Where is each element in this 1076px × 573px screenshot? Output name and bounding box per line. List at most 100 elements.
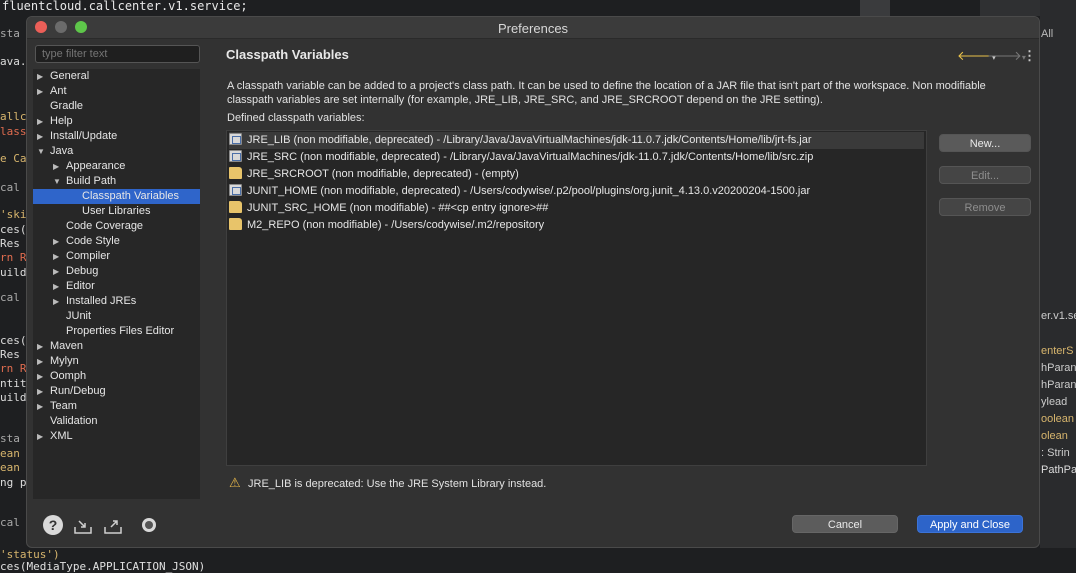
list-item[interactable]: M2_REPO (non modifiable) - /Users/codywi… bbox=[229, 217, 544, 234]
collapsed-arrow-icon[interactable]: ▶ bbox=[37, 84, 46, 99]
expanded-arrow-icon[interactable]: ▼ bbox=[37, 144, 46, 159]
collapsed-arrow-icon[interactable]: ▶ bbox=[37, 129, 46, 144]
filter-input[interactable] bbox=[35, 45, 200, 63]
forward-arrow-icon[interactable]: 🡒▾ bbox=[987, 48, 1026, 64]
code-fragment: sta bbox=[0, 432, 20, 445]
preference-tree[interactable]: ▶ General ▶ Ant Gradle ▶ Help ▶ Install/Update ▼ J… bbox=[33, 69, 200, 499]
list-item[interactable]: JRE_SRCROOT (non modifiable, deprecated)… bbox=[229, 166, 519, 183]
collapsed-arrow-icon[interactable]: ▶ bbox=[37, 354, 46, 369]
code-fragment: ava. bbox=[0, 55, 26, 68]
tree-item-label: Classpath Variables bbox=[82, 190, 180, 202]
import-icon[interactable] bbox=[73, 515, 93, 535]
tree-item[interactable]: ▼ Build Path bbox=[33, 174, 200, 189]
tree-item-label: Help bbox=[50, 115, 73, 127]
ide-outline-fragment: All er.v1.se enterS hParan hParan ylead oolean… bbox=[1040, 0, 1076, 548]
collapsed-arrow-icon[interactable]: ▶ bbox=[37, 399, 46, 414]
dialog-title: Preferences bbox=[497, 21, 569, 36]
tree-item[interactable]: ▶ Oomph bbox=[33, 369, 200, 384]
collapsed-arrow-icon[interactable]: ▶ bbox=[37, 429, 46, 444]
tree-item[interactable]: ▶ Code Style bbox=[33, 234, 200, 249]
warning-icon: ⚠ bbox=[229, 475, 241, 490]
collapsed-arrow-icon[interactable]: ▶ bbox=[37, 384, 46, 399]
variable-text: JUNIT_SRC_HOME (non modifiable) - ##<cp … bbox=[247, 202, 549, 214]
remove-button[interactable]: Remove bbox=[939, 198, 1031, 216]
collapsed-arrow-icon[interactable]: ▶ bbox=[37, 339, 46, 354]
tree-item[interactable]: ▶ Run/Debug bbox=[33, 384, 200, 399]
tree-item[interactable]: ▶ Compiler bbox=[33, 249, 200, 264]
expanded-arrow-icon[interactable]: ▼ bbox=[53, 174, 62, 189]
tree-item[interactable]: ▶ Maven bbox=[33, 339, 200, 354]
jar-file-icon bbox=[229, 133, 242, 145]
code-fragment: cal bbox=[0, 181, 20, 194]
tree-item-label: Mylyn bbox=[50, 355, 79, 367]
collapsed-arrow-icon[interactable]: ▶ bbox=[53, 249, 62, 264]
help-icon[interactable]: ? bbox=[43, 515, 63, 535]
page-title: Classpath Variables bbox=[226, 47, 349, 62]
code-fragment: sta bbox=[0, 27, 20, 40]
tree-item[interactable]: ▶ Debug bbox=[33, 264, 200, 279]
edit-button[interactable]: Edit... bbox=[939, 166, 1031, 184]
record-icon[interactable] bbox=[139, 515, 159, 535]
tree-item[interactable]: ▶ Editor bbox=[33, 279, 200, 294]
collapsed-arrow-icon[interactable]: ▶ bbox=[53, 234, 62, 249]
collapsed-arrow-icon[interactable]: ▶ bbox=[37, 69, 46, 84]
title-bar: Preferences bbox=[27, 17, 1039, 39]
code-fragment: ng p bbox=[0, 476, 26, 489]
list-item[interactable]: JRE_SRC (non modifiable, deprecated) - /… bbox=[229, 149, 813, 166]
tree-item[interactable]: ▶ Mylyn bbox=[33, 354, 200, 369]
tree-item[interactable]: ▶ XML bbox=[33, 429, 200, 444]
tree-item[interactable]: Properties Files Editor bbox=[33, 324, 200, 339]
tree-item[interactable]: Code Coverage bbox=[33, 219, 200, 234]
code-fragment: ean bbox=[0, 461, 20, 474]
tree-item-label: General bbox=[50, 70, 90, 82]
tree-item[interactable]: User Libraries bbox=[33, 204, 200, 219]
outline-fragment: olean bbox=[1041, 430, 1068, 442]
tree-item[interactable]: Gradle bbox=[33, 99, 200, 114]
variable-text: JRE_SRC (non modifiable, deprecated) - /… bbox=[247, 151, 814, 163]
view-menu-icon[interactable]: ⋮ bbox=[1023, 48, 1036, 64]
list-item[interactable]: JUNIT_HOME (non modifiable, deprecated) … bbox=[229, 183, 810, 200]
collapsed-arrow-icon[interactable]: ▶ bbox=[37, 114, 46, 129]
tree-item[interactable]: ▶ Team bbox=[33, 399, 200, 414]
tree-item[interactable]: ▶ Ant bbox=[33, 84, 200, 99]
tree-item-label: User Libraries bbox=[82, 205, 151, 217]
tree-item[interactable]: ▶ Installed JREs bbox=[33, 294, 200, 309]
classpath-variables-list[interactable]: JRE_LIB (non modifiable, deprecated) - /… bbox=[226, 130, 927, 466]
code-fragment: lass bbox=[0, 125, 26, 138]
tree-item[interactable]: Classpath Variables bbox=[33, 189, 200, 204]
collapsed-arrow-icon[interactable]: ▶ bbox=[53, 264, 62, 279]
tree-item[interactable]: ▶ Appearance bbox=[33, 159, 200, 174]
tree-item-label: Validation bbox=[50, 415, 98, 427]
ide-scrollbar[interactable] bbox=[860, 0, 890, 16]
code-fragment: rn R bbox=[0, 362, 26, 375]
tree-item-label: XML bbox=[50, 430, 73, 442]
collapsed-arrow-icon[interactable]: ▶ bbox=[53, 294, 62, 309]
tree-item[interactable]: ▶ General bbox=[33, 69, 200, 84]
new-button[interactable]: New... bbox=[939, 134, 1031, 152]
tree-item[interactable]: ▼ Java bbox=[33, 144, 200, 159]
collapsed-arrow-icon[interactable]: ▶ bbox=[37, 369, 46, 384]
collapsed-arrow-icon[interactable]: ▶ bbox=[53, 159, 62, 174]
tree-item[interactable]: JUnit bbox=[33, 309, 200, 324]
code-fragment: allc bbox=[0, 110, 26, 123]
tree-item-label: Oomph bbox=[50, 370, 87, 382]
tree-item[interactable]: ▶ Help bbox=[33, 114, 200, 129]
apply-and-close-button[interactable]: Apply and Close bbox=[917, 515, 1023, 533]
list-item[interactable]: JUNIT_SRC_HOME (non modifiable) - ##<cp … bbox=[229, 200, 548, 217]
collapsed-arrow-icon[interactable]: ▶ bbox=[53, 279, 62, 294]
jar-file-icon bbox=[229, 150, 242, 162]
tree-item[interactable]: ▶ Install/Update bbox=[33, 129, 200, 144]
tree-item-label: Ant bbox=[50, 85, 67, 97]
outline-fragment: er.v1.se bbox=[1041, 310, 1076, 322]
outline-fragment: All bbox=[1041, 28, 1054, 40]
export-icon[interactable] bbox=[103, 515, 123, 535]
variable-text: JRE_SRCROOT (non modifiable, deprecated)… bbox=[247, 168, 519, 180]
tree-item-label: Code Style bbox=[66, 235, 120, 247]
outline-fragment: : Strin bbox=[1041, 447, 1070, 459]
outline-fragment: hParan bbox=[1041, 362, 1076, 374]
page-description: A classpath variable can be added to a p… bbox=[227, 80, 986, 106]
tree-item[interactable]: Validation bbox=[33, 414, 200, 429]
tree-item-label: Build Path bbox=[66, 175, 117, 187]
cancel-button[interactable]: Cancel bbox=[792, 515, 898, 533]
list-item[interactable]: JRE_LIB (non modifiable, deprecated) - /… bbox=[229, 132, 924, 149]
